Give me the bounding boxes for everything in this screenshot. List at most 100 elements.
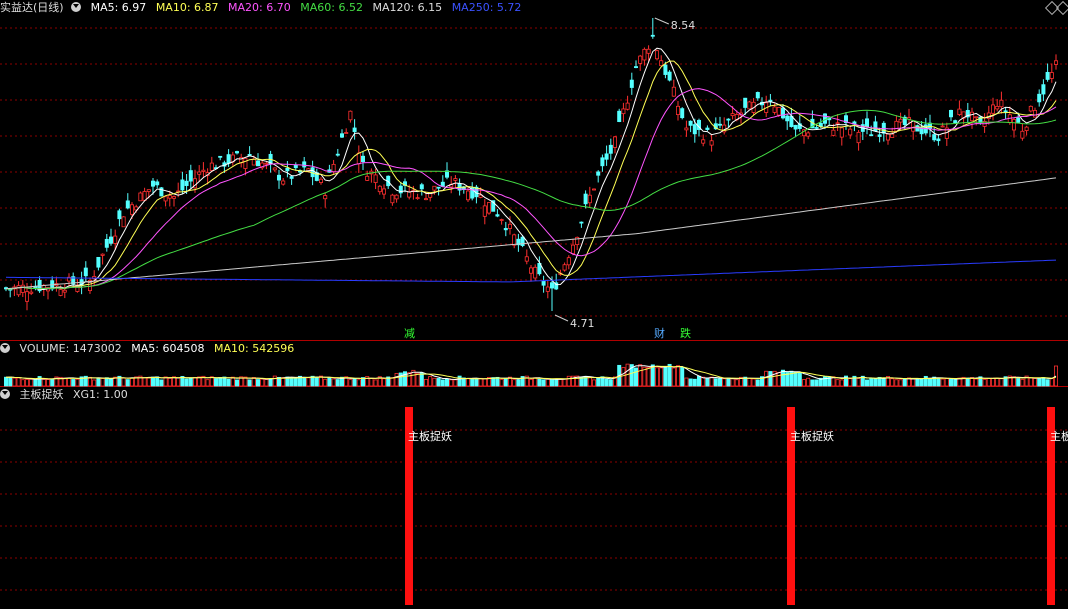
volume-bar (213, 378, 218, 387)
candle-body (482, 205, 487, 217)
signal-label: 主板捉妖 (408, 429, 452, 443)
candle-body (730, 113, 735, 117)
stock-chart[interactable]: 8.54 4.71 减 财 跌主板捉妖 主板捉妖 主板捉妖 (0, 0, 1068, 609)
candle-body (541, 280, 546, 286)
volume-bar (646, 366, 651, 387)
volume-bar (478, 377, 483, 387)
candle-body (613, 136, 618, 148)
candle-body (629, 79, 634, 88)
volume-bar (713, 378, 718, 387)
volume-bar (109, 378, 114, 387)
candle-body (96, 256, 101, 268)
volume-bar (596, 377, 601, 387)
volume-bar (428, 376, 433, 387)
volume-bar (159, 379, 164, 387)
volume-bar (747, 377, 752, 387)
volume-bar (730, 378, 735, 387)
candle-body (302, 161, 307, 168)
candle-body (272, 167, 277, 171)
candle-body (121, 216, 126, 228)
volume-bar (92, 379, 97, 387)
volume-bar (902, 378, 907, 387)
volume-bar (541, 379, 546, 387)
candle-body (676, 105, 681, 115)
candle-body (785, 115, 790, 122)
volume-bar (558, 378, 563, 387)
candle-body (415, 197, 420, 200)
candle-body (138, 192, 143, 202)
candle-body (348, 110, 353, 121)
signal-label: 主板捉妖 (1050, 429, 1068, 443)
candle-body (709, 140, 714, 146)
volume-bar (503, 378, 508, 387)
volume-bar (184, 378, 189, 387)
candle-body (814, 127, 819, 129)
volume-bar (856, 378, 861, 387)
candle-body (188, 170, 193, 182)
candle-body (831, 129, 836, 136)
volume-bar (474, 378, 479, 387)
candle-body (1041, 84, 1046, 95)
volume-bar (554, 378, 559, 387)
candle-body (953, 120, 958, 124)
volume-bar (701, 376, 706, 387)
candle-body (150, 180, 155, 187)
volume-bar (104, 377, 109, 387)
candle-body (621, 108, 626, 115)
volume-bar (306, 377, 311, 387)
volume-bar (46, 379, 51, 387)
volume-ma10-line (5, 365, 1057, 380)
volume-bar (100, 378, 105, 387)
candle-body (562, 264, 567, 271)
volume-bar (449, 379, 454, 387)
candle-body (264, 162, 269, 165)
volume-bar (865, 379, 870, 387)
volume-bar (692, 378, 697, 387)
volume-bar (444, 378, 449, 387)
candle-body (974, 116, 979, 119)
candle-body (932, 134, 937, 141)
volume-bar (75, 378, 80, 387)
candle-body (453, 178, 458, 181)
volume-bar (255, 379, 260, 387)
candle-body (957, 108, 962, 115)
volume-bar (814, 379, 819, 387)
volume-bar (499, 379, 504, 387)
volume-bar (869, 377, 874, 387)
volume-bar (8, 376, 13, 387)
candle-body (625, 102, 630, 110)
volume-bar (432, 377, 437, 387)
volume-bar (327, 377, 332, 387)
candle-body (524, 256, 529, 262)
volume-bar (562, 378, 567, 387)
volume-bar (676, 365, 681, 387)
volume-bar (352, 378, 357, 387)
candle-body (579, 221, 584, 224)
volume-bar (894, 379, 899, 387)
candle-body (650, 34, 655, 37)
volume-bar (465, 378, 470, 387)
volume-bar (419, 372, 424, 387)
volume-bar (482, 378, 487, 387)
volume-bar (537, 378, 542, 387)
candle-body (146, 189, 151, 192)
volume-bar (129, 377, 134, 387)
volume-bar (251, 377, 256, 387)
candle-body (1003, 110, 1008, 113)
volume-bar (394, 373, 399, 387)
volume-bar (1016, 378, 1021, 387)
candle-body (655, 50, 660, 60)
candle-body (125, 200, 130, 209)
candle-body (646, 48, 651, 54)
candle-body (184, 180, 189, 186)
volume-bar (516, 379, 521, 387)
volume-bar (533, 377, 538, 387)
candle-body (167, 195, 172, 199)
candle-body (83, 267, 88, 277)
candle-body (20, 284, 25, 293)
volume-bar (697, 375, 702, 387)
volume-bar (974, 378, 979, 387)
candle-body (323, 195, 328, 200)
event-label: 减 (404, 327, 415, 340)
candle-body (129, 204, 134, 215)
